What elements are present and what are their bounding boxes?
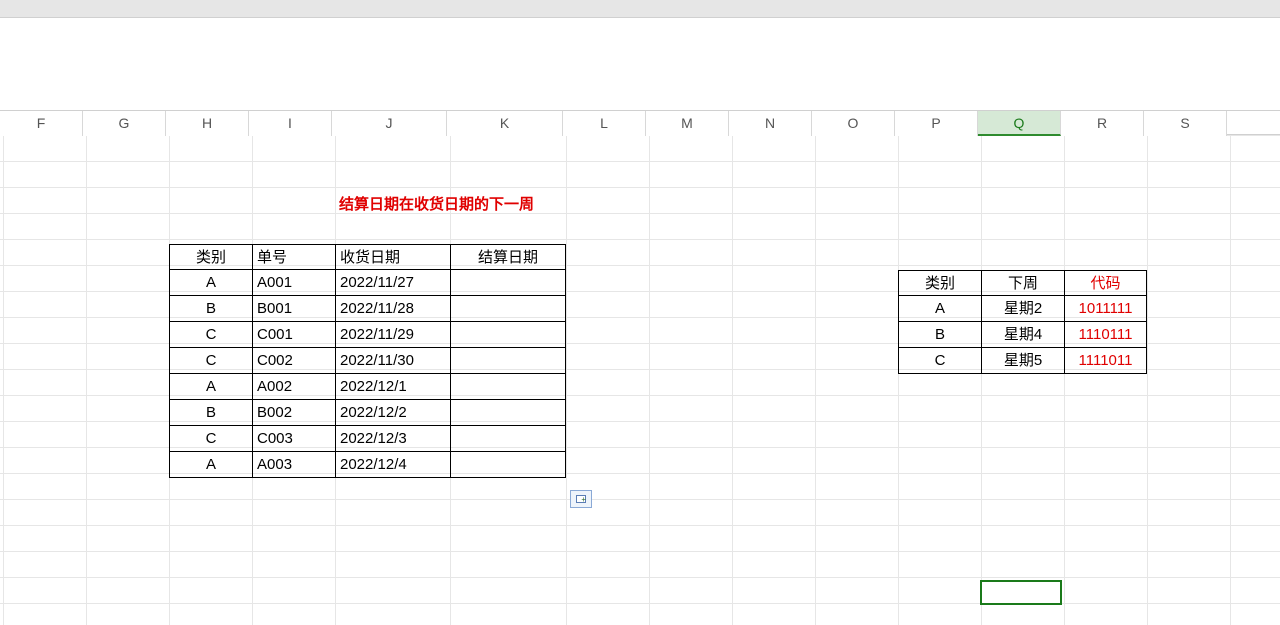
right-table-cell-r2-c2[interactable]: 1111011 (1064, 348, 1147, 374)
right-table-cell-r1-c2[interactable]: 1110111 (1064, 322, 1147, 348)
left-table-cell-r2-c1[interactable]: C001 (252, 322, 335, 348)
right-table-header-0[interactable]: 类别 (898, 270, 981, 296)
left-table-header-0[interactable]: 类别 (169, 244, 252, 270)
column-header-G[interactable]: G (83, 111, 166, 136)
left-table-header-1[interactable]: 单号 (252, 244, 335, 270)
column-header-J[interactable]: J (332, 111, 447, 136)
left-table-cell-r7-c1[interactable]: A003 (252, 452, 335, 478)
column-headers[interactable]: FGHIJKLMNOPQRS (0, 110, 1280, 135)
left-table-cell-r6-c1[interactable]: C003 (252, 426, 335, 452)
left-table-cell-r0-c3[interactable] (450, 270, 566, 296)
left-table-cell-r5-c1[interactable]: B002 (252, 400, 335, 426)
left-table-cell-r7-c0[interactable]: A (169, 452, 252, 478)
right-table-cell-r1-c1[interactable]: 星期4 (981, 322, 1064, 348)
left-table-header-3[interactable]: 结算日期 (450, 244, 566, 270)
column-header-F[interactable]: F (0, 111, 83, 136)
left-table-cell-r3-c2[interactable]: 2022/11/30 (335, 348, 450, 374)
left-table-cell-r0-c0[interactable]: A (169, 270, 252, 296)
left-table-cell-r3-c1[interactable]: C002 (252, 348, 335, 374)
right-table-cell-r0-c0[interactable]: A (898, 296, 981, 322)
left-table-header-2[interactable]: 收货日期 (335, 244, 450, 270)
left-table-cell-r3-c3[interactable] (450, 348, 566, 374)
left-table-cell-r5-c2[interactable]: 2022/12/2 (335, 400, 450, 426)
left-table-cell-r4-c3[interactable] (450, 374, 566, 400)
left-table-cell-r6-c3[interactable] (450, 426, 566, 452)
right-table-header-2[interactable]: 代码 (1064, 270, 1147, 296)
right-table-cell-r1-c0[interactable]: B (898, 322, 981, 348)
left-table-cell-r3-c0[interactable]: C (169, 348, 252, 374)
right-table-cell-r2-c0[interactable]: C (898, 348, 981, 374)
left-table-cell-r7-c3[interactable] (450, 452, 566, 478)
note-text: 结算日期在收货日期的下一周 (335, 192, 538, 218)
left-table-cell-r4-c2[interactable]: 2022/12/1 (335, 374, 450, 400)
left-table-cell-r6-c2[interactable]: 2022/12/3 (335, 426, 450, 452)
column-header-Q[interactable]: Q (978, 111, 1061, 136)
column-header-P[interactable]: P (895, 111, 978, 136)
left-table-cell-r7-c2[interactable]: 2022/12/4 (335, 452, 450, 478)
left-table-cell-r1-c3[interactable] (450, 296, 566, 322)
column-header-O[interactable]: O (812, 111, 895, 136)
column-header-N[interactable]: N (729, 111, 812, 136)
left-table-cell-r5-c0[interactable]: B (169, 400, 252, 426)
left-table-cell-r5-c3[interactable] (450, 400, 566, 426)
left-table-cell-r4-c1[interactable]: A002 (252, 374, 335, 400)
left-table-cell-r1-c0[interactable]: B (169, 296, 252, 322)
column-header-L[interactable]: L (563, 111, 646, 136)
left-table-cell-r0-c1[interactable]: A001 (252, 270, 335, 296)
column-header-K[interactable]: K (447, 111, 563, 136)
left-table-cell-r2-c3[interactable] (450, 322, 566, 348)
left-table-cell-r0-c2[interactable]: 2022/11/27 (335, 270, 450, 296)
ribbon-collapsed-bar (0, 0, 1280, 18)
column-header-M[interactable]: M (646, 111, 729, 136)
paste-options-icon[interactable]: + (570, 490, 592, 508)
column-header-R[interactable]: R (1061, 111, 1144, 136)
column-header-S[interactable]: S (1144, 111, 1227, 136)
column-header-H[interactable]: H (166, 111, 249, 136)
right-table-cell-r0-c1[interactable]: 星期2 (981, 296, 1064, 322)
right-table-cell-r2-c1[interactable]: 星期5 (981, 348, 1064, 374)
left-table-cell-r2-c2[interactable]: 2022/11/29 (335, 322, 450, 348)
left-table-cell-r6-c0[interactable]: C (169, 426, 252, 452)
right-table-header-1[interactable]: 下周 (981, 270, 1064, 296)
column-header-I[interactable]: I (249, 111, 332, 136)
left-table-cell-r1-c2[interactable]: 2022/11/28 (335, 296, 450, 322)
left-table-cell-r2-c0[interactable]: C (169, 322, 252, 348)
left-table-cell-r1-c1[interactable]: B001 (252, 296, 335, 322)
right-table-cell-r0-c2[interactable]: 1011111 (1064, 296, 1147, 322)
left-table-cell-r4-c0[interactable]: A (169, 374, 252, 400)
